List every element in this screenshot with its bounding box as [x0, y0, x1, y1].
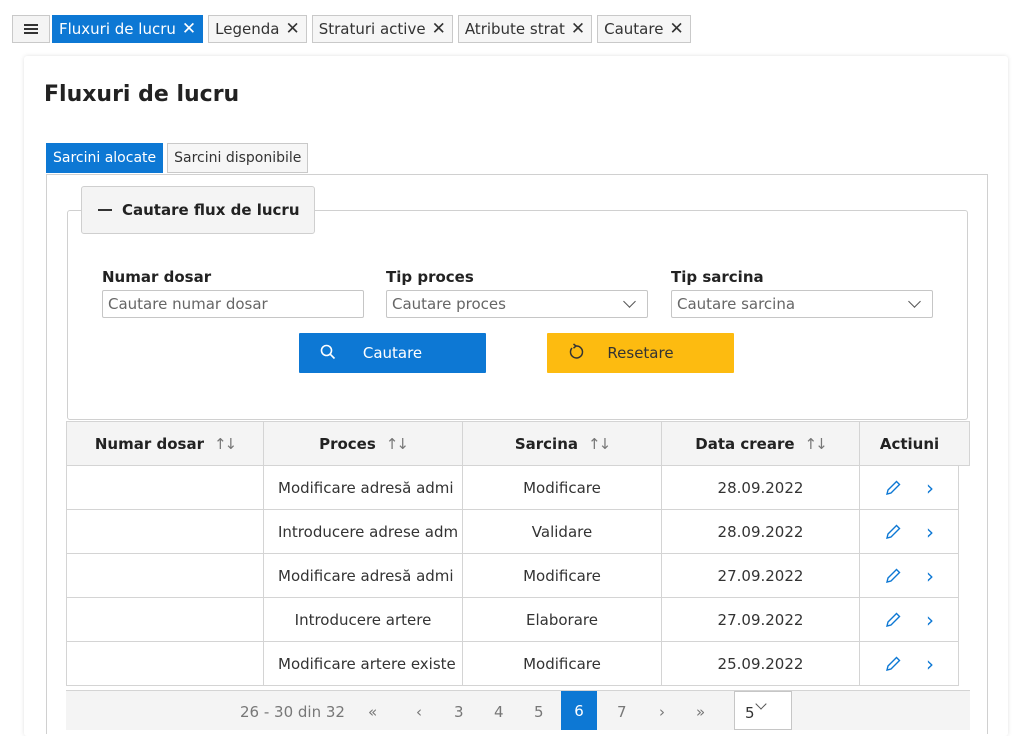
close-icon[interactable]: ✕	[432, 20, 446, 38]
reset-button[interactable]: Resetare	[547, 333, 734, 373]
prev-page-button[interactable]: ‹	[416, 703, 422, 721]
cell-sarcina: Modificare	[463, 642, 662, 685]
reset-icon	[569, 343, 584, 359]
results-table: Numar dosar ↑↓ Proces ↑↓ Sarcina ↑↓ Data cr…	[66, 421, 970, 731]
cell-numar-dosar	[67, 466, 264, 509]
table-row: Modificare adresă admi Modificare 28.09.…	[66, 466, 959, 510]
chevron-down-icon	[908, 295, 921, 308]
chevron-right-icon[interactable]: ›	[926, 654, 934, 674]
edit-icon[interactable]	[884, 611, 902, 629]
page-button[interactable]: 3	[454, 703, 464, 721]
table-row: Modificare adresă admi Modificare 27.09.…	[66, 554, 959, 598]
tip-sarcina-select[interactable]: Cautare sarcina	[671, 290, 933, 318]
edit-icon[interactable]	[884, 523, 902, 541]
cell-actions: ›	[860, 466, 959, 509]
page-title: Fluxuri de lucru	[44, 82, 240, 107]
cell-sarcina: Validare	[463, 510, 662, 553]
page-button[interactable]: 7	[617, 703, 627, 721]
column-header-data-creare[interactable]: Data creare ↑↓	[662, 422, 860, 465]
current-page-button[interactable]: 6	[561, 691, 597, 730]
close-icon[interactable]: ✕	[571, 20, 585, 38]
cell-proces: Modificare artere existe	[264, 642, 463, 685]
top-tabs: Fluxuri de lucru ✕ Legenda ✕ Straturi acti…	[52, 15, 696, 43]
tab-sarcini-disponibile[interactable]: Sarcini disponibile	[167, 143, 309, 173]
sort-icon: ↑↓	[588, 434, 611, 453]
cell-actions: ›	[860, 510, 959, 553]
tab-atribute-strat[interactable]: Atribute strat ✕	[457, 15, 593, 43]
page-button[interactable]: 4	[494, 703, 504, 721]
cell-data-creare: 27.09.2022	[662, 598, 860, 641]
table-header: Numar dosar ↑↓ Proces ↑↓ Sarcina ↑↓ Data cr…	[66, 421, 970, 466]
cell-proces: Modificare adresă admi	[264, 554, 463, 597]
search-panel-title: Cautare flux de lucru	[122, 201, 300, 219]
numar-dosar-label: Numar dosar	[102, 268, 212, 286]
cell-proces: Modificare adresă admi	[264, 466, 463, 509]
tab-legenda[interactable]: Legenda ✕	[208, 15, 307, 43]
sort-icon: ↑↓	[804, 434, 828, 453]
cell-numar-dosar	[67, 642, 264, 685]
cell-proces: Introducere artere	[264, 598, 463, 641]
cell-numar-dosar	[67, 510, 264, 553]
inner-tabs: Sarcini alocate Sarcini disponibile	[46, 143, 312, 173]
pager-range: 26 - 30 din 32	[240, 703, 345, 721]
column-header-proces[interactable]: Proces ↑↓	[264, 422, 463, 465]
table-row: Introducere adrese adm Validare 28.09.20…	[66, 510, 959, 554]
chevron-down-icon	[755, 698, 767, 710]
column-header-numar-dosar[interactable]: Numar dosar ↑↓	[67, 422, 264, 465]
close-icon[interactable]: ✕	[182, 20, 196, 38]
tab-fluxuri-de-lucru[interactable]: Fluxuri de lucru ✕	[52, 15, 204, 43]
cell-data-creare: 25.09.2022	[662, 642, 860, 685]
tab-sarcini-alocate[interactable]: Sarcini alocate	[46, 143, 164, 173]
cell-actions: ›	[860, 642, 959, 685]
hamburger-menu-button[interactable]	[12, 15, 50, 43]
tip-proces-select[interactable]: Cautare proces	[386, 290, 648, 318]
next-page-button[interactable]: ›	[659, 703, 665, 721]
cell-data-creare: 28.09.2022	[662, 466, 860, 509]
page-button[interactable]: 5	[534, 703, 544, 721]
search-button[interactable]: Cautare	[299, 333, 486, 373]
cell-actions: ›	[860, 598, 959, 641]
chevron-right-icon[interactable]: ›	[926, 478, 934, 498]
close-icon[interactable]: ✕	[285, 20, 299, 38]
cell-sarcina: Modificare	[463, 466, 662, 509]
tip-proces-label: Tip proces	[386, 268, 474, 286]
collapse-icon	[98, 209, 112, 211]
cell-data-creare: 28.09.2022	[662, 510, 860, 553]
chevron-right-icon[interactable]: ›	[926, 522, 934, 542]
top-bar: Fluxuri de lucru ✕ Legenda ✕ Straturi acti…	[0, 0, 1014, 44]
sort-icon: ↑↓	[213, 434, 237, 453]
tab-straturi-active[interactable]: Straturi active ✕	[311, 15, 453, 43]
column-header-actiuni: Actiuni	[879, 434, 940, 453]
cell-sarcina: Modificare	[463, 554, 662, 597]
table-row: Modificare artere existe Modificare 25.0…	[66, 642, 959, 686]
tab-cautare[interactable]: Cautare ✕	[597, 15, 691, 43]
close-icon[interactable]: ✕	[669, 20, 683, 38]
page-size-select[interactable]: 5	[734, 691, 792, 730]
pagination: 26 - 30 din 32 « ‹ 3 4 5 6 7 › » 5	[66, 690, 970, 730]
cell-numar-dosar	[67, 598, 264, 641]
edit-icon[interactable]	[884, 479, 902, 497]
edit-icon[interactable]	[884, 567, 902, 585]
column-header-sarcina[interactable]: Sarcina ↑↓	[463, 422, 662, 465]
menu-icon	[24, 24, 38, 34]
search-panel-toggle[interactable]: Cautare flux de lucru	[81, 186, 315, 234]
last-page-button[interactable]: »	[696, 703, 705, 721]
cell-numar-dosar	[67, 554, 264, 597]
tip-sarcina-label: Tip sarcina	[671, 268, 764, 286]
cell-proces: Introducere adrese adm	[264, 510, 463, 553]
sort-icon: ↑↓	[385, 434, 409, 453]
search-icon	[320, 344, 336, 360]
cell-data-creare: 27.09.2022	[662, 554, 860, 597]
first-page-button[interactable]: «	[368, 703, 377, 721]
numar-dosar-input[interactable]: Cautare numar dosar	[102, 290, 364, 318]
cell-sarcina: Elaborare	[463, 598, 662, 641]
cell-actions: ›	[860, 554, 959, 597]
chevron-right-icon[interactable]: ›	[926, 566, 934, 586]
table-row: Introducere artere Elaborare 27.09.2022 …	[66, 598, 959, 642]
edit-icon[interactable]	[884, 655, 902, 673]
chevron-down-icon	[623, 295, 636, 308]
chevron-right-icon[interactable]: ›	[926, 610, 934, 630]
